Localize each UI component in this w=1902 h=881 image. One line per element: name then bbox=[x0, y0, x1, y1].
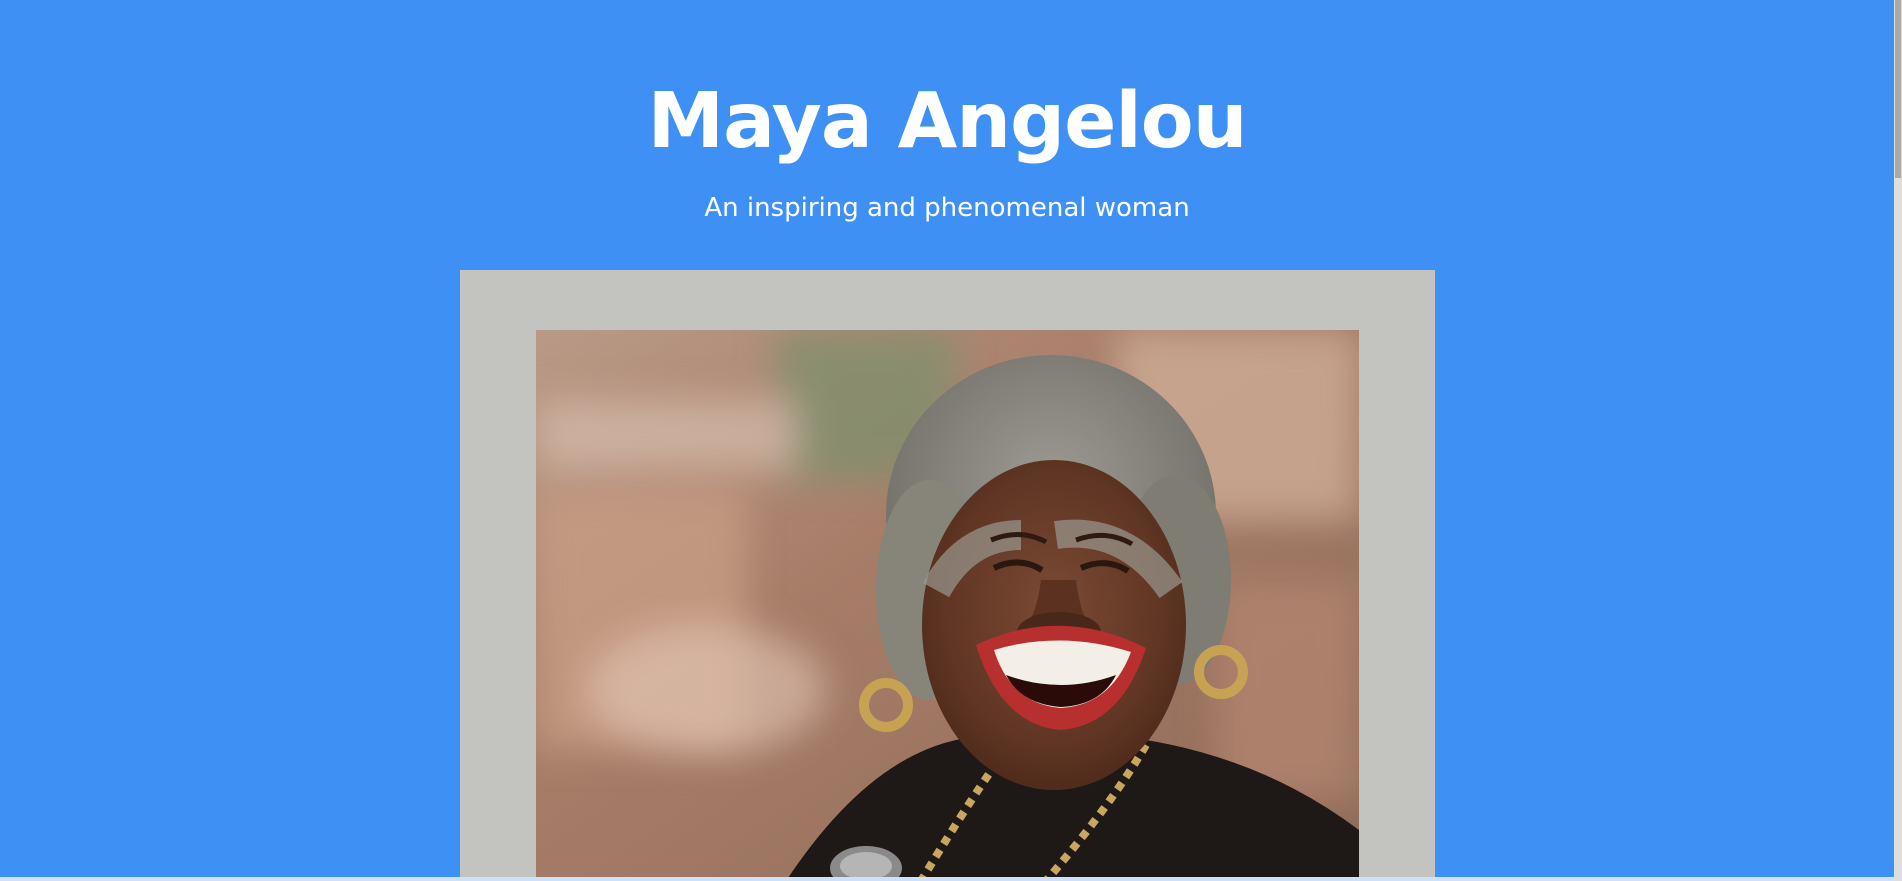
vertical-scrollbar[interactable] bbox=[1894, 0, 1902, 881]
portrait-image bbox=[536, 330, 1359, 881]
scrollbar-thumb[interactable] bbox=[1895, 0, 1901, 178]
page-title: Maya Angelou bbox=[647, 77, 1247, 166]
page: Maya Angelou An inspiring and phenomenal… bbox=[0, 0, 1902, 881]
page-subtitle: An inspiring and phenomenal woman bbox=[704, 193, 1190, 223]
image-frame bbox=[460, 270, 1435, 881]
page-bottom-edge bbox=[0, 877, 1894, 881]
